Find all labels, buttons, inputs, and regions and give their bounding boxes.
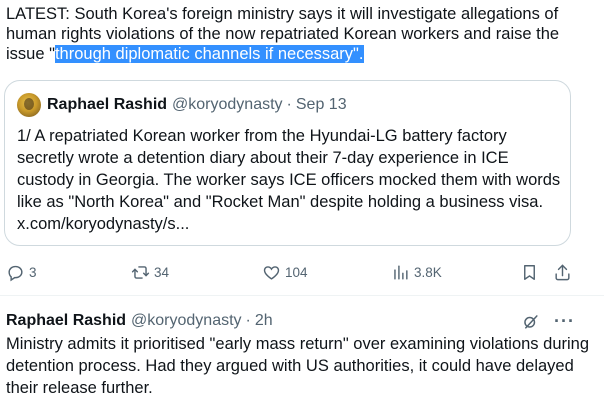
repost-count: 34 — [154, 264, 170, 280]
reply-author-name[interactable]: Raphael Rashid — [6, 312, 126, 330]
avatar[interactable] — [17, 93, 41, 117]
quoted-tweet-header: Raphael Rashid @koryodynasty · Sep 13 — [17, 93, 347, 117]
separator-dot: · — [245, 312, 251, 329]
grok-icon[interactable] — [521, 312, 540, 331]
reply-author-handle[interactable]: @koryodynasty — [131, 312, 242, 330]
main-tweet-text-selection: through diplomatic channels if necessary… — [54, 45, 364, 63]
quoted-tweet-date[interactable]: Sep 13 — [296, 96, 347, 114]
main-tweet-text: LATEST: South Korea's foreign ministry s… — [6, 4, 592, 64]
reply-icon — [8, 265, 23, 281]
quoted-tweet-text: 1/ A repatriated Korean worker from the … — [17, 127, 561, 233]
reply-tweet-text: Ministry admits it prioritised "early ma… — [6, 335, 590, 397]
reply-tweet-controls: ··· — [521, 309, 575, 333]
bookmark-button[interactable] — [520, 258, 539, 286]
separator-dot: · — [286, 96, 292, 113]
views-button[interactable]: 3.8K — [391, 258, 442, 286]
views-count: 3.8K — [414, 264, 442, 280]
tweet-divider — [0, 295, 604, 296]
more-options-icon[interactable]: ··· — [554, 311, 575, 332]
share-button[interactable] — [553, 258, 572, 286]
reply-count: 3 — [29, 264, 37, 280]
repost-icon — [131, 265, 150, 279]
like-icon — [263, 265, 280, 280]
quoted-author-name[interactable]: Raphael Rashid — [47, 96, 167, 114]
views-icon — [394, 264, 408, 280]
repost-button[interactable]: 34 — [131, 258, 169, 286]
like-count: 104 — [285, 264, 308, 280]
like-button[interactable]: 104 — [262, 258, 308, 286]
reply-button[interactable]: 3 — [6, 258, 37, 286]
tweet-action-bar: 3 34 104 3.8K — [0, 258, 604, 286]
reply-tweet-header: Raphael Rashid @koryodynasty · 2h — [6, 310, 273, 332]
share-icon — [555, 264, 570, 280]
bookmark-icon — [524, 264, 535, 280]
quoted-tweet-card[interactable]: Raphael Rashid @koryodynasty · Sep 13 1/… — [4, 80, 571, 246]
quoted-author-handle[interactable]: @koryodynasty — [172, 96, 283, 114]
reply-tweet-time[interactable]: 2h — [255, 312, 273, 330]
